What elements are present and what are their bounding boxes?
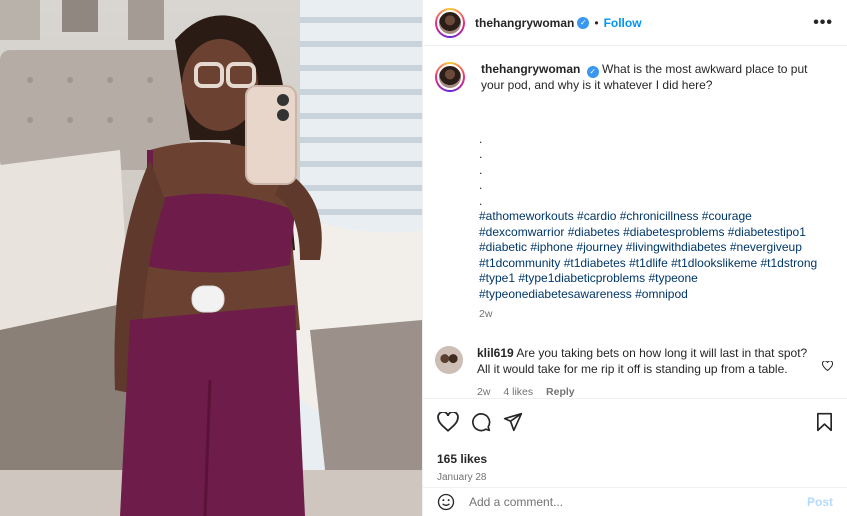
caption-author-avatar[interactable] xyxy=(435,62,465,92)
caption-age[interactable]: 2w xyxy=(479,308,833,320)
post-comment-button[interactable]: Post xyxy=(807,495,833,509)
commenter-avatar[interactable] xyxy=(435,346,463,374)
post-sidebar: thehangrywoman ✓ • Follow ••• thehangryw… xyxy=(422,0,847,516)
caption-dot-line: . xyxy=(479,193,483,208)
follow-button[interactable]: Follow xyxy=(604,16,642,30)
add-comment-input[interactable] xyxy=(469,495,769,509)
comment-text-block: klil619 Are you taking bets on how long … xyxy=(477,346,812,398)
caption: thehangrywoman ✓ What is the most awkwar… xyxy=(435,62,833,94)
paper-plane-icon[interactable] xyxy=(503,412,523,432)
caption-hashtags[interactable]: #athomeworkouts #cardio #chronicillness … xyxy=(479,209,819,302)
caption-username[interactable]: thehangrywoman xyxy=(481,62,580,76)
author-username[interactable]: thehangrywoman xyxy=(475,16,574,30)
caption-dot-line: . xyxy=(479,147,483,161)
comment-bubble-icon[interactable] xyxy=(471,412,491,432)
post-actions: 165 likes January 28 xyxy=(423,398,847,483)
add-comment-bar: Post xyxy=(423,487,847,516)
commenter-username[interactable]: klil619 xyxy=(477,346,514,360)
caption-dot-line: . xyxy=(479,178,483,192)
separator-dot: • xyxy=(594,15,599,30)
author-avatar[interactable] xyxy=(435,7,465,38)
comment-likes[interactable]: 4 likes xyxy=(503,386,533,398)
caption-dot-line: . xyxy=(479,162,483,177)
reply-button[interactable]: Reply xyxy=(546,386,575,398)
bookmark-icon[interactable] xyxy=(816,412,833,432)
caption-dot-line: . xyxy=(479,131,483,146)
mirror-selfie-image xyxy=(0,0,422,516)
comment-meta: 2w 4 likes Reply xyxy=(477,385,812,398)
comment-text: Are you taking bets on how long it will … xyxy=(477,346,808,376)
post-comments-area[interactable]: thehangrywoman ✓ What is the most awkwar… xyxy=(423,46,847,398)
post-photo[interactable] xyxy=(0,0,422,516)
instagram-post: thehangrywoman ✓ • Follow ••• thehangryw… xyxy=(0,0,847,516)
comment-age[interactable]: 2w xyxy=(477,386,490,398)
caption-dots: . . . . . xyxy=(479,132,833,210)
small-heart-icon[interactable] xyxy=(821,360,834,398)
verified-badge-icon: ✓ xyxy=(577,16,590,29)
smiley-icon[interactable] xyxy=(437,493,455,511)
caption-text-block: thehangrywoman ✓ What is the most awkwar… xyxy=(481,62,816,94)
like-count[interactable]: 165 likes xyxy=(437,452,833,466)
post-header: thehangrywoman ✓ • Follow ••• xyxy=(423,0,847,46)
post-date[interactable]: January 28 xyxy=(437,472,833,483)
action-icons xyxy=(437,411,833,433)
more-options-icon[interactable]: ••• xyxy=(813,14,833,32)
verified-badge-icon: ✓ xyxy=(586,66,599,78)
comment-item: klil619 Are you taking bets on how long … xyxy=(435,346,834,398)
heart-icon[interactable] xyxy=(437,412,459,432)
